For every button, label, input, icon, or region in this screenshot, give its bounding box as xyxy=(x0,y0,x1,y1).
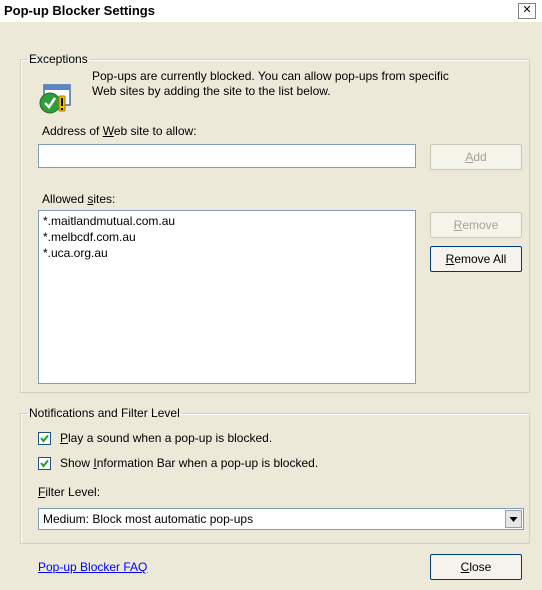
play-sound-label[interactable]: Play a sound when a pop-up is blocked. xyxy=(60,431,272,445)
close-icon[interactable]: ✕ xyxy=(518,3,536,19)
window-title: Pop-up Blocker Settings xyxy=(4,3,155,18)
list-item[interactable]: *.uca.org.au xyxy=(43,246,108,260)
address-input[interactable] xyxy=(38,144,416,168)
allowed-sites-label: Allowed sites: xyxy=(42,192,116,206)
check-icon xyxy=(40,434,49,443)
chevron-down-icon[interactable] xyxy=(505,510,522,528)
check-icon xyxy=(40,459,49,468)
title-bar: Pop-up Blocker Settings ✕ xyxy=(0,0,542,22)
exceptions-legend: Exceptions xyxy=(29,52,88,66)
info-bar-checkbox[interactable] xyxy=(38,457,51,470)
info-text-line1: Pop-ups are currently blocked. You can a… xyxy=(92,69,449,83)
popup-shield-icon xyxy=(38,82,72,116)
notifications-legend: Notifications and Filter Level xyxy=(29,406,180,420)
address-label: Address of Web site to allow: xyxy=(42,124,197,138)
info-text-line2: Web sites by adding the site to the list… xyxy=(92,84,331,98)
filter-level-label: Filter Level: xyxy=(38,485,101,499)
play-sound-checkbox[interactable] xyxy=(38,432,51,445)
info-bar-label[interactable]: Show Information Bar when a pop-up is bl… xyxy=(60,456,318,470)
dialog-body: Exceptions Pop-ups are currently blocked… xyxy=(0,22,542,590)
popup-blocker-settings-dialog: Pop-up Blocker Settings ✕ Exceptions Pop… xyxy=(0,0,542,590)
close-button[interactable]: Close xyxy=(430,554,522,580)
allowed-sites-list[interactable]: *.maitlandmutual.com.au *.melbcdf.com.au… xyxy=(38,210,416,384)
remove-button[interactable]: Remove xyxy=(430,212,522,238)
list-item[interactable]: *.melbcdf.com.au xyxy=(43,230,136,244)
faq-link[interactable]: Pop-up Blocker FAQ xyxy=(38,560,147,574)
filter-level-value: Medium: Block most automatic pop-ups xyxy=(43,512,254,526)
add-button[interactable]: Add xyxy=(430,144,522,170)
filter-level-select[interactable]: Medium: Block most automatic pop-ups xyxy=(38,508,524,530)
remove-all-button[interactable]: Remove All xyxy=(430,246,522,272)
list-item[interactable]: *.maitlandmutual.com.au xyxy=(43,214,175,228)
